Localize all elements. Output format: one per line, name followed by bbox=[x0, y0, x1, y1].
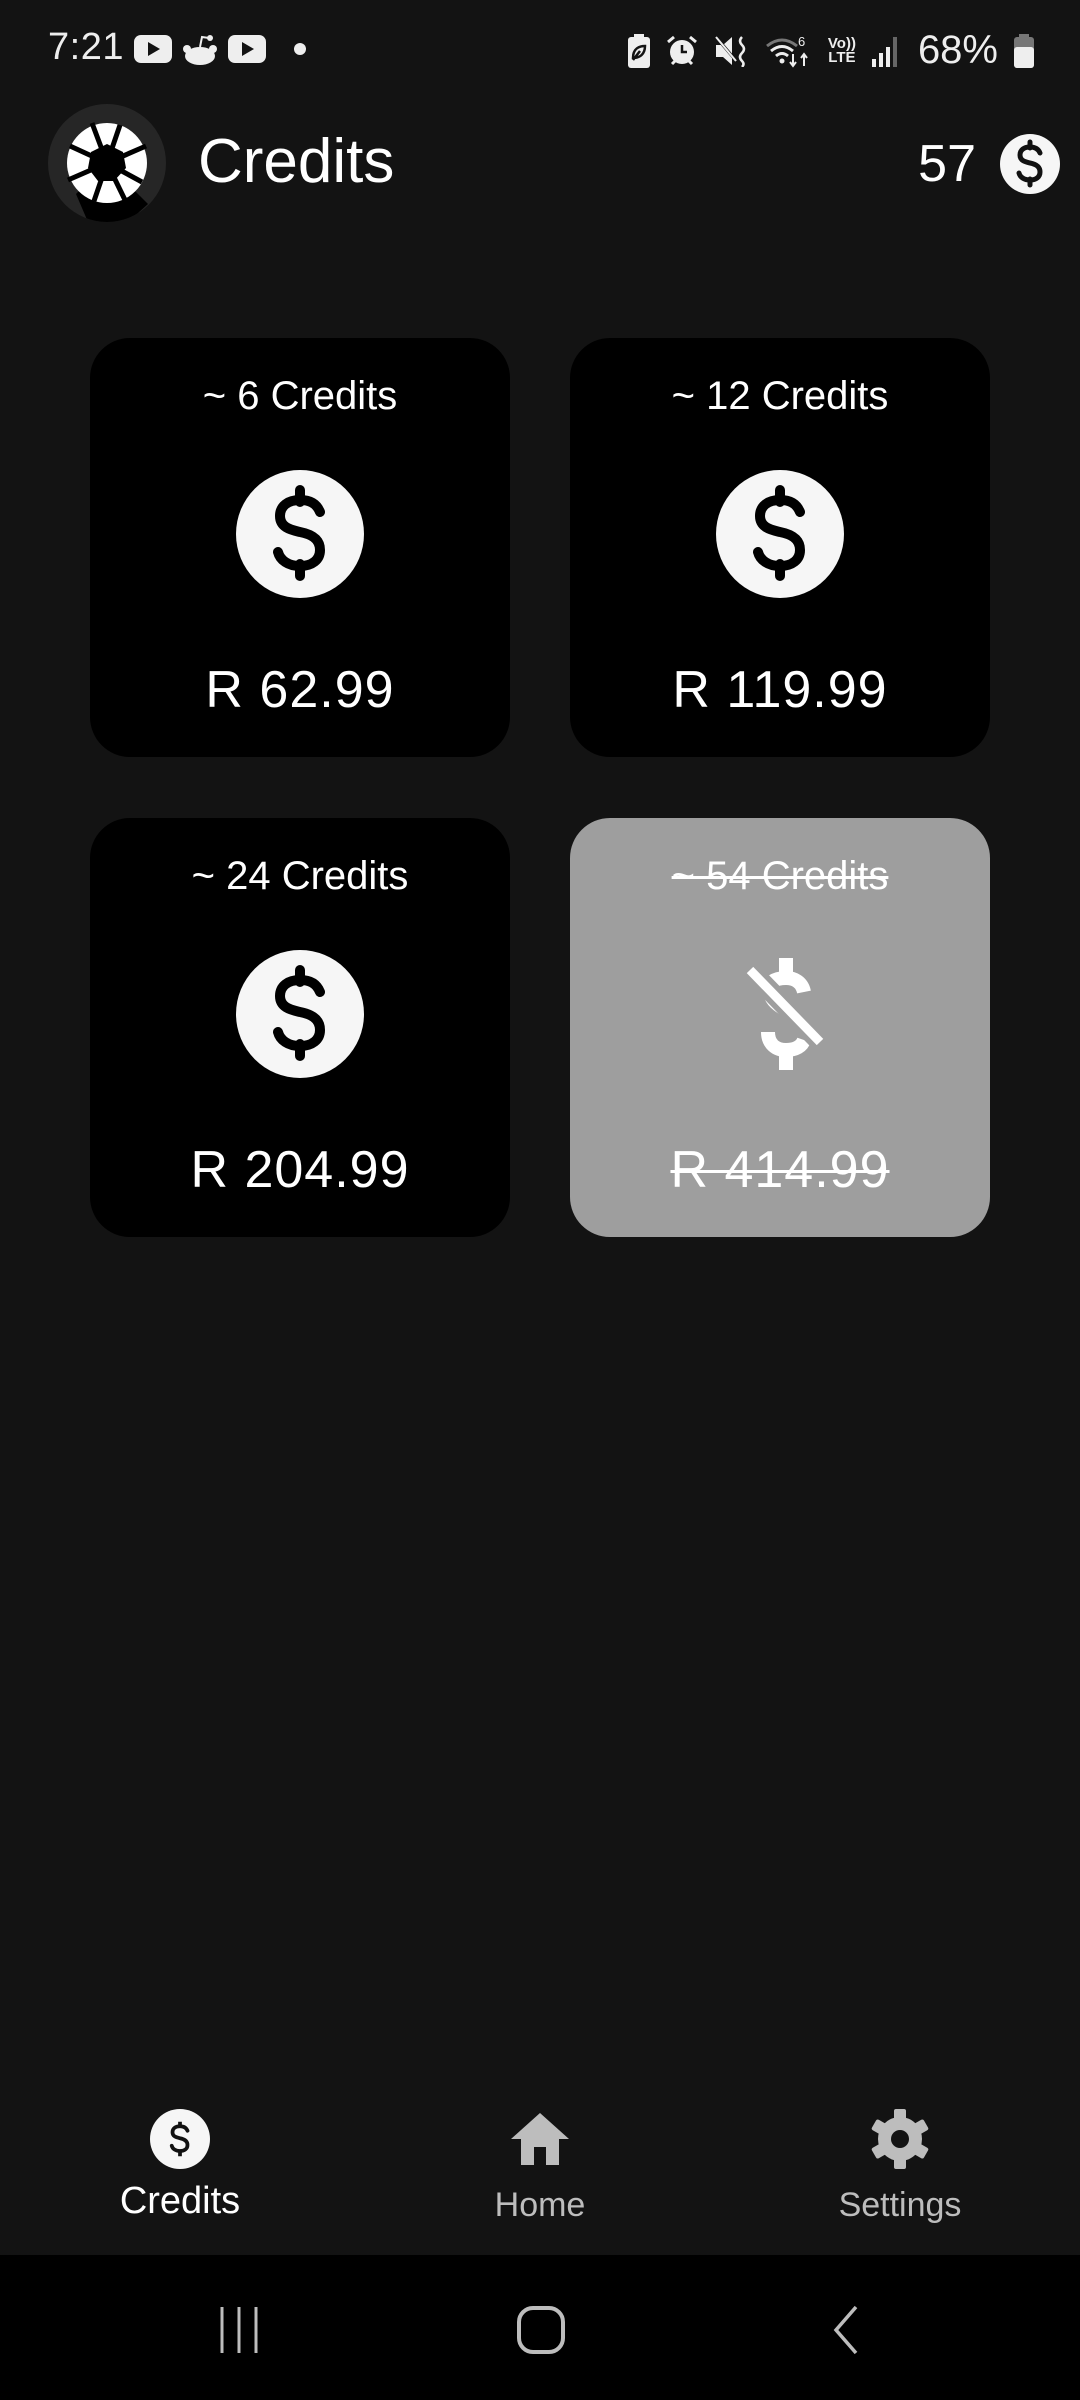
page-title: Credits bbox=[198, 127, 395, 196]
package-price: R 204.99 bbox=[190, 1141, 410, 1199]
mute-vibrate-icon bbox=[714, 35, 746, 67]
signal-icon bbox=[871, 36, 897, 67]
volte-icon: Vo)) LTE bbox=[828, 36, 856, 66]
app-bar: Credits 57 bbox=[0, 100, 1080, 230]
package-card-24-credits[interactable]: ~ 24 Credits R 204.99 bbox=[90, 818, 510, 1237]
alarm-icon bbox=[666, 35, 697, 65]
money-off-icon bbox=[716, 950, 844, 1078]
youtube-icon bbox=[134, 35, 172, 63]
gear-icon bbox=[869, 2108, 931, 2170]
dollar-coin-icon bbox=[1000, 134, 1060, 194]
credit-packages-grid: ~ 6 Credits R 62.99 ~ 12 Credits R 119.9… bbox=[90, 338, 990, 1237]
notification-icons bbox=[134, 34, 306, 65]
reddit-icon bbox=[182, 34, 218, 65]
battery-percent: 68% bbox=[917, 28, 998, 72]
aperture-logo-icon bbox=[48, 104, 166, 222]
system-navigation-bar bbox=[0, 2255, 1080, 2400]
package-credits: ~ 12 Credits bbox=[671, 374, 889, 418]
balance-value: 57 bbox=[918, 135, 976, 193]
dollar-coin-icon bbox=[236, 950, 364, 1078]
recent-apps-button[interactable] bbox=[194, 2295, 284, 2365]
package-card-54-credits-unavailable[interactable]: ~ 54 Credits R 414.99 bbox=[570, 818, 990, 1237]
home-icon bbox=[509, 2108, 571, 2170]
package-price: R 119.99 bbox=[672, 661, 888, 719]
wifi-label: 6 bbox=[798, 34, 805, 49]
battery-icon bbox=[1014, 33, 1034, 68]
system-status-icons: 6 Vo)) LTE 68% bbox=[627, 28, 1034, 73]
back-button[interactable] bbox=[800, 2295, 890, 2365]
system-home-button[interactable] bbox=[496, 2295, 586, 2365]
status-bar: 7:21 6 Vo)) LTE 68% bbox=[0, 0, 1080, 100]
status-time: 7:21 bbox=[48, 26, 124, 68]
package-credits: ~ 6 Credits bbox=[202, 374, 398, 418]
dollar-coin-icon bbox=[716, 470, 844, 598]
package-card-6-credits[interactable]: ~ 6 Credits R 62.99 bbox=[90, 338, 510, 757]
battery-saver-icon bbox=[627, 33, 650, 68]
credit-balance: 57 bbox=[918, 134, 1060, 194]
recent-apps-icon bbox=[220, 2307, 258, 2353]
package-credits: ~ 54 Credits bbox=[671, 854, 889, 898]
nav-tab-settings[interactable]: Settings bbox=[720, 2080, 1080, 2255]
package-card-12-credits[interactable]: ~ 12 Credits R 119.99 bbox=[570, 338, 990, 757]
dollar-coin-icon bbox=[236, 470, 364, 598]
home-circle-icon bbox=[517, 2306, 565, 2354]
nav-tab-home[interactable]: Home bbox=[360, 2080, 720, 2255]
bottom-navigation: Credits Home Settings bbox=[0, 2080, 1080, 2255]
back-icon bbox=[833, 2305, 858, 2355]
nav-label: Credits bbox=[119, 2180, 241, 2222]
package-price: R 414.99 bbox=[670, 1141, 890, 1199]
more-notifications-dot-icon bbox=[294, 43, 306, 55]
dollar-coin-icon bbox=[149, 2108, 211, 2170]
youtube-icon bbox=[228, 35, 266, 63]
wifi-6-icon: 6 bbox=[765, 34, 808, 68]
nav-tab-credits[interactable]: Credits bbox=[0, 2080, 360, 2255]
nav-label: Settings bbox=[838, 2186, 962, 2224]
volte-bottom: LTE bbox=[828, 48, 856, 66]
package-price: R 62.99 bbox=[205, 661, 395, 719]
nav-label: Home bbox=[494, 2186, 586, 2224]
package-credits: ~ 24 Credits bbox=[191, 854, 409, 898]
